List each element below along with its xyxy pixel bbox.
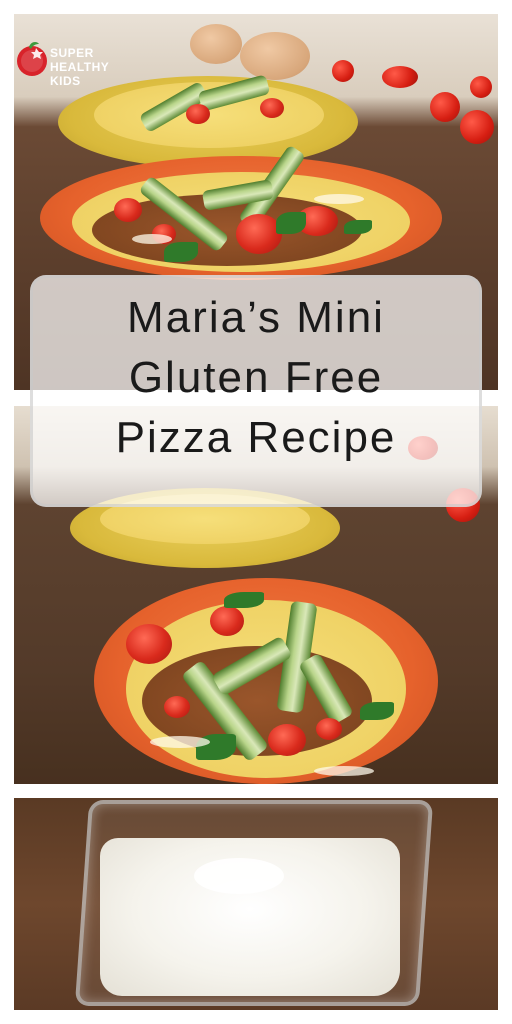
basil-leaf	[224, 592, 264, 608]
cheese-sprinkle	[314, 194, 364, 204]
baking-dish-photo	[14, 798, 498, 1010]
logo-line-kids: KIDS	[50, 74, 81, 88]
tomato-piece	[126, 624, 172, 664]
cheese-sprinkle	[314, 766, 374, 776]
cherry-tomato	[382, 66, 418, 88]
logo-wordmark: SUPER HEALTHY KIDS	[50, 46, 140, 88]
cherry-tomato	[430, 92, 460, 122]
super-healthy-kids-logo: SUPER HEALTHY KIDS	[14, 40, 134, 88]
egg-shape	[190, 24, 242, 64]
basil-leaf	[164, 242, 198, 262]
tomato-piece	[114, 198, 142, 222]
basil-leaf	[344, 220, 372, 234]
basil-leaf	[276, 212, 306, 234]
tomato-piece	[316, 718, 342, 740]
basil-leaf	[360, 702, 394, 720]
tomato-piece	[236, 214, 282, 254]
cherry-tomato	[470, 76, 492, 98]
tomato-piece	[210, 606, 244, 636]
tomato-piece	[260, 98, 284, 118]
cherry-tomato	[332, 60, 354, 82]
title-line-1: Maria’s Mini	[127, 293, 385, 342]
tomato-piece	[186, 104, 210, 124]
logo-line-healthy: HEALTHY	[50, 60, 110, 74]
cherry-tomato	[460, 110, 494, 144]
cheese-sprinkle	[150, 736, 210, 748]
apple-logo-icon	[17, 42, 47, 76]
tomato-piece	[164, 696, 190, 718]
egg-shape	[240, 32, 310, 80]
title-line-2: Gluten Free	[128, 353, 384, 402]
cheese-sprinkle	[194, 858, 284, 894]
logo-line-super: SUPER	[50, 46, 94, 60]
recipe-title-overlay: Maria’s Mini Gluten Free Pizza Recipe	[30, 275, 482, 507]
cheese-sprinkle	[132, 234, 172, 244]
title-line-3: Pizza Recipe	[115, 413, 397, 462]
tomato-piece	[268, 724, 306, 756]
